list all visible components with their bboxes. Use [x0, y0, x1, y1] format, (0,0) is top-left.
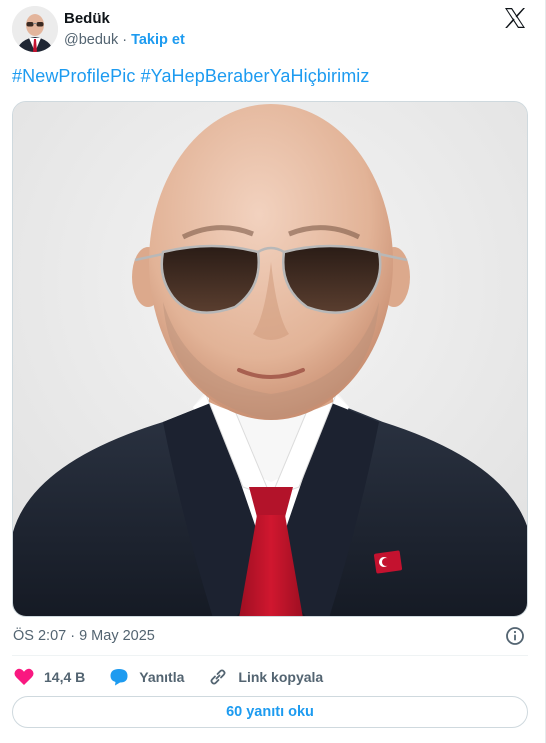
divider: [12, 655, 528, 656]
tweet-actions: 14,4 B Yanıtla Link kopyala: [14, 664, 347, 690]
author-meta-row: @beduk · Takip et: [64, 32, 185, 48]
profile-photo-image: [13, 102, 527, 616]
separator-dot: ·: [122, 32, 128, 48]
copy-link-button[interactable]: Link kopyala: [208, 667, 323, 687]
tweet-photo[interactable]: [12, 101, 528, 617]
reply-bubble-icon: [110, 669, 128, 686]
author-name[interactable]: Bedük: [64, 10, 110, 27]
tweet-timestamp[interactable]: ÖS 2:07 · 9 May 2025: [13, 628, 155, 644]
hashtag-link[interactable]: #YaHepBeraberYaHiçbirimiz: [141, 66, 370, 86]
info-icon[interactable]: [505, 626, 525, 646]
like-button[interactable]: 14,4 B: [14, 668, 85, 686]
reply-label: Yanıtla: [139, 669, 185, 685]
like-count: 14,4 B: [44, 669, 86, 685]
avatar-image: [12, 6, 58, 52]
heart-icon: [14, 668, 34, 685]
x-logo-icon[interactable]: [503, 6, 527, 30]
tweet-text: #NewProfilePic #YaHepBeraberYaHiçbirimiz: [12, 66, 370, 87]
reply-button[interactable]: Yanıtla: [109, 668, 184, 686]
follow-button[interactable]: Takip et: [131, 32, 185, 48]
copy-link-label: Link kopyala: [238, 669, 324, 685]
read-replies-button[interactable]: 60 yanıtı oku: [12, 696, 528, 728]
link-icon: [210, 669, 226, 685]
hashtag-link[interactable]: #NewProfilePic: [12, 66, 135, 86]
avatar[interactable]: [12, 6, 58, 52]
tweet-card: Bedük @beduk · Takip et #NewProfilePic #…: [0, 0, 546, 743]
author-handle[interactable]: @beduk: [64, 32, 118, 48]
